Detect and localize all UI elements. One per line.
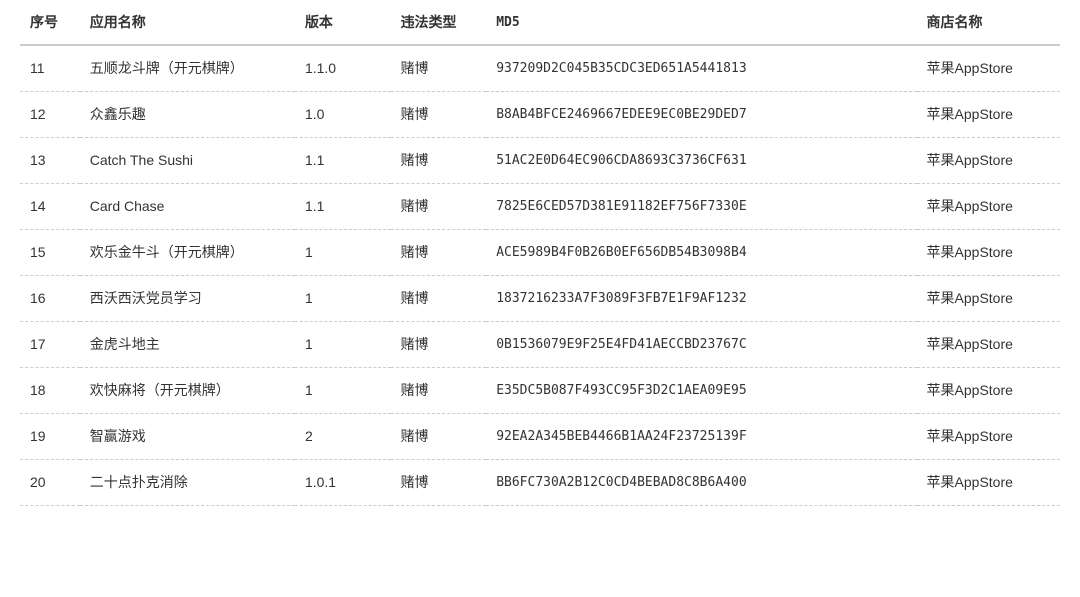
cell-version: 1.0	[295, 92, 391, 138]
table-row: 13Catch The Sushi1.1赌博51AC2E0D64EC906CDA…	[20, 138, 1060, 184]
cell-violation: 赌博	[391, 230, 487, 276]
cell-seq: 15	[20, 230, 80, 276]
cell-store: 苹果AppStore	[917, 45, 1060, 92]
cell-seq: 18	[20, 368, 80, 414]
cell-name: 众鑫乐趣	[80, 92, 295, 138]
table-row: 20二十点扑克消除1.0.1赌博BB6FC730A2B12C0CD4BEBAD8…	[20, 460, 1060, 506]
cell-version: 2	[295, 414, 391, 460]
cell-md5: BB6FC730A2B12C0CD4BEBAD8C8B6A400	[486, 460, 916, 506]
cell-version: 1.1.0	[295, 45, 391, 92]
cell-seq: 14	[20, 184, 80, 230]
cell-md5: ACE5989B4F0B26B0EF656DB54B3098B4	[486, 230, 916, 276]
cell-seq: 12	[20, 92, 80, 138]
cell-store: 苹果AppStore	[917, 322, 1060, 368]
cell-seq: 17	[20, 322, 80, 368]
cell-seq: 20	[20, 460, 80, 506]
cell-name: 欢快麻将（开元棋牌）	[80, 368, 295, 414]
table-row: 19智赢游戏2赌博92EA2A345BEB4466B1AA24F23725139…	[20, 414, 1060, 460]
header-store: 商店名称	[917, 0, 1060, 45]
cell-version: 1.1	[295, 184, 391, 230]
cell-version: 1	[295, 230, 391, 276]
cell-md5: 92EA2A345BEB4466B1AA24F23725139F	[486, 414, 916, 460]
cell-name: 五顺龙斗牌（开元棋牌）	[80, 45, 295, 92]
table-row: 16西沃西沃党员学习1赌博1837216233A7F3089F3FB7E1F9A…	[20, 276, 1060, 322]
cell-name: 二十点扑克消除	[80, 460, 295, 506]
cell-violation: 赌博	[391, 276, 487, 322]
cell-violation: 赌博	[391, 368, 487, 414]
table-row: 11五顺龙斗牌（开元棋牌）1.1.0赌博937209D2C045B35CDC3E…	[20, 45, 1060, 92]
header-md5: MD5	[486, 0, 916, 45]
cell-store: 苹果AppStore	[917, 414, 1060, 460]
cell-seq: 13	[20, 138, 80, 184]
cell-version: 1	[295, 276, 391, 322]
table-container: 序号 应用名称 版本 违法类型 MD5 商店名称 11五顺龙斗牌（开元棋牌）1.…	[0, 0, 1080, 506]
cell-violation: 赌博	[391, 460, 487, 506]
cell-seq: 19	[20, 414, 80, 460]
cell-violation: 赌博	[391, 92, 487, 138]
cell-version: 1	[295, 322, 391, 368]
cell-md5: 1837216233A7F3089F3FB7E1F9AF1232	[486, 276, 916, 322]
cell-store: 苹果AppStore	[917, 230, 1060, 276]
cell-name: 西沃西沃党员学习	[80, 276, 295, 322]
table-header-row: 序号 应用名称 版本 违法类型 MD5 商店名称	[20, 0, 1060, 45]
cell-violation: 赌博	[391, 184, 487, 230]
cell-violation: 赌博	[391, 414, 487, 460]
cell-md5: 7825E6CED57D381E91182EF756F7330E	[486, 184, 916, 230]
table-row: 15欢乐金牛斗（开元棋牌）1赌博ACE5989B4F0B26B0EF656DB5…	[20, 230, 1060, 276]
cell-md5: 937209D2C045B35CDC3ED651A5441813	[486, 45, 916, 92]
cell-store: 苹果AppStore	[917, 368, 1060, 414]
data-table: 序号 应用名称 版本 违法类型 MD5 商店名称 11五顺龙斗牌（开元棋牌）1.…	[20, 0, 1060, 506]
header-violation: 违法类型	[391, 0, 487, 45]
cell-md5: 51AC2E0D64EC906CDA8693C3736CF631	[486, 138, 916, 184]
cell-version: 1	[295, 368, 391, 414]
cell-name: 金虎斗地主	[80, 322, 295, 368]
cell-violation: 赌博	[391, 138, 487, 184]
cell-violation: 赌博	[391, 45, 487, 92]
cell-name: 智赢游戏	[80, 414, 295, 460]
cell-name: 欢乐金牛斗（开元棋牌）	[80, 230, 295, 276]
cell-md5: B8AB4BFCE2469667EDEE9EC0BE29DED7	[486, 92, 916, 138]
cell-store: 苹果AppStore	[917, 276, 1060, 322]
cell-store: 苹果AppStore	[917, 184, 1060, 230]
cell-store: 苹果AppStore	[917, 138, 1060, 184]
table-row: 14Card Chase1.1赌博7825E6CED57D381E91182EF…	[20, 184, 1060, 230]
cell-md5: 0B1536079E9F25E4FD41AECCBD23767C	[486, 322, 916, 368]
cell-version: 1.1	[295, 138, 391, 184]
header-seq: 序号	[20, 0, 80, 45]
cell-name: Card Chase	[80, 184, 295, 230]
cell-seq: 16	[20, 276, 80, 322]
cell-seq: 11	[20, 45, 80, 92]
table-row: 17金虎斗地主1赌博0B1536079E9F25E4FD41AECCBD2376…	[20, 322, 1060, 368]
table-row: 18欢快麻将（开元棋牌）1赌博E35DC5B087F493CC95F3D2C1A…	[20, 368, 1060, 414]
cell-store: 苹果AppStore	[917, 460, 1060, 506]
cell-name: Catch The Sushi	[80, 138, 295, 184]
cell-violation: 赌博	[391, 322, 487, 368]
header-name: 应用名称	[80, 0, 295, 45]
cell-store: 苹果AppStore	[917, 92, 1060, 138]
header-version: 版本	[295, 0, 391, 45]
cell-md5: E35DC5B087F493CC95F3D2C1AEA09E95	[486, 368, 916, 414]
table-row: 12众鑫乐趣1.0赌博B8AB4BFCE2469667EDEE9EC0BE29D…	[20, 92, 1060, 138]
cell-version: 1.0.1	[295, 460, 391, 506]
